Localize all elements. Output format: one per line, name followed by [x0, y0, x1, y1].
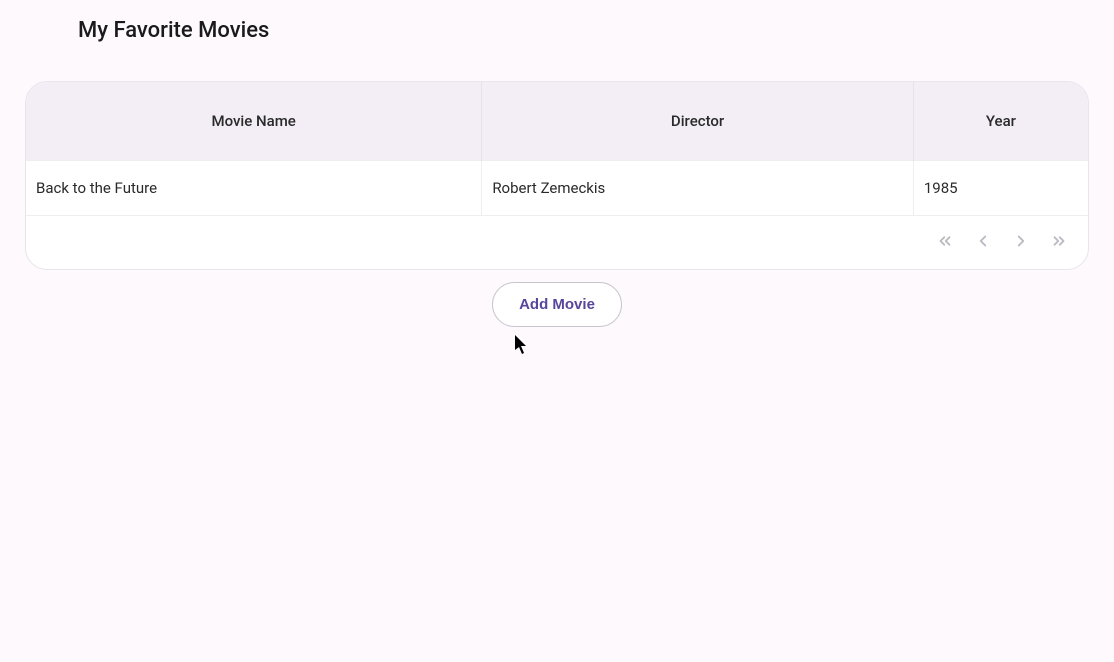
pagination-next-button[interactable] [1010, 230, 1032, 255]
table-row[interactable]: Back to the Future Robert Zemeckis 1985 [26, 161, 1088, 216]
cell-year: 1985 [913, 161, 1088, 216]
movies-table: Movie Name Director Year Back to the Fut… [26, 82, 1088, 269]
pagination [934, 230, 1070, 255]
column-header-year[interactable]: Year [913, 82, 1088, 161]
chevron-left-icon [974, 232, 992, 253]
column-header-director[interactable]: Director [482, 82, 914, 161]
pagination-last-button[interactable] [1048, 230, 1070, 255]
pagination-first-button[interactable] [934, 230, 956, 255]
page-title: My Favorite Movies [0, 0, 1114, 43]
cell-director: Robert Zemeckis [482, 161, 914, 216]
pagination-prev-button[interactable] [972, 230, 994, 255]
chevron-right-icon [1012, 232, 1030, 253]
chevrons-right-icon [1050, 232, 1068, 253]
cell-movie-name: Back to the Future [26, 161, 482, 216]
chevrons-left-icon [936, 232, 954, 253]
pagination-row [26, 216, 1088, 270]
add-movie-button[interactable]: Add Movie [492, 282, 622, 327]
cursor-icon [515, 335, 529, 359]
column-header-movie-name[interactable]: Movie Name [26, 82, 482, 161]
movies-table-container: Movie Name Director Year Back to the Fut… [25, 81, 1089, 270]
table-header-row: Movie Name Director Year [26, 82, 1088, 161]
add-button-wrapper: Add Movie [0, 282, 1114, 327]
